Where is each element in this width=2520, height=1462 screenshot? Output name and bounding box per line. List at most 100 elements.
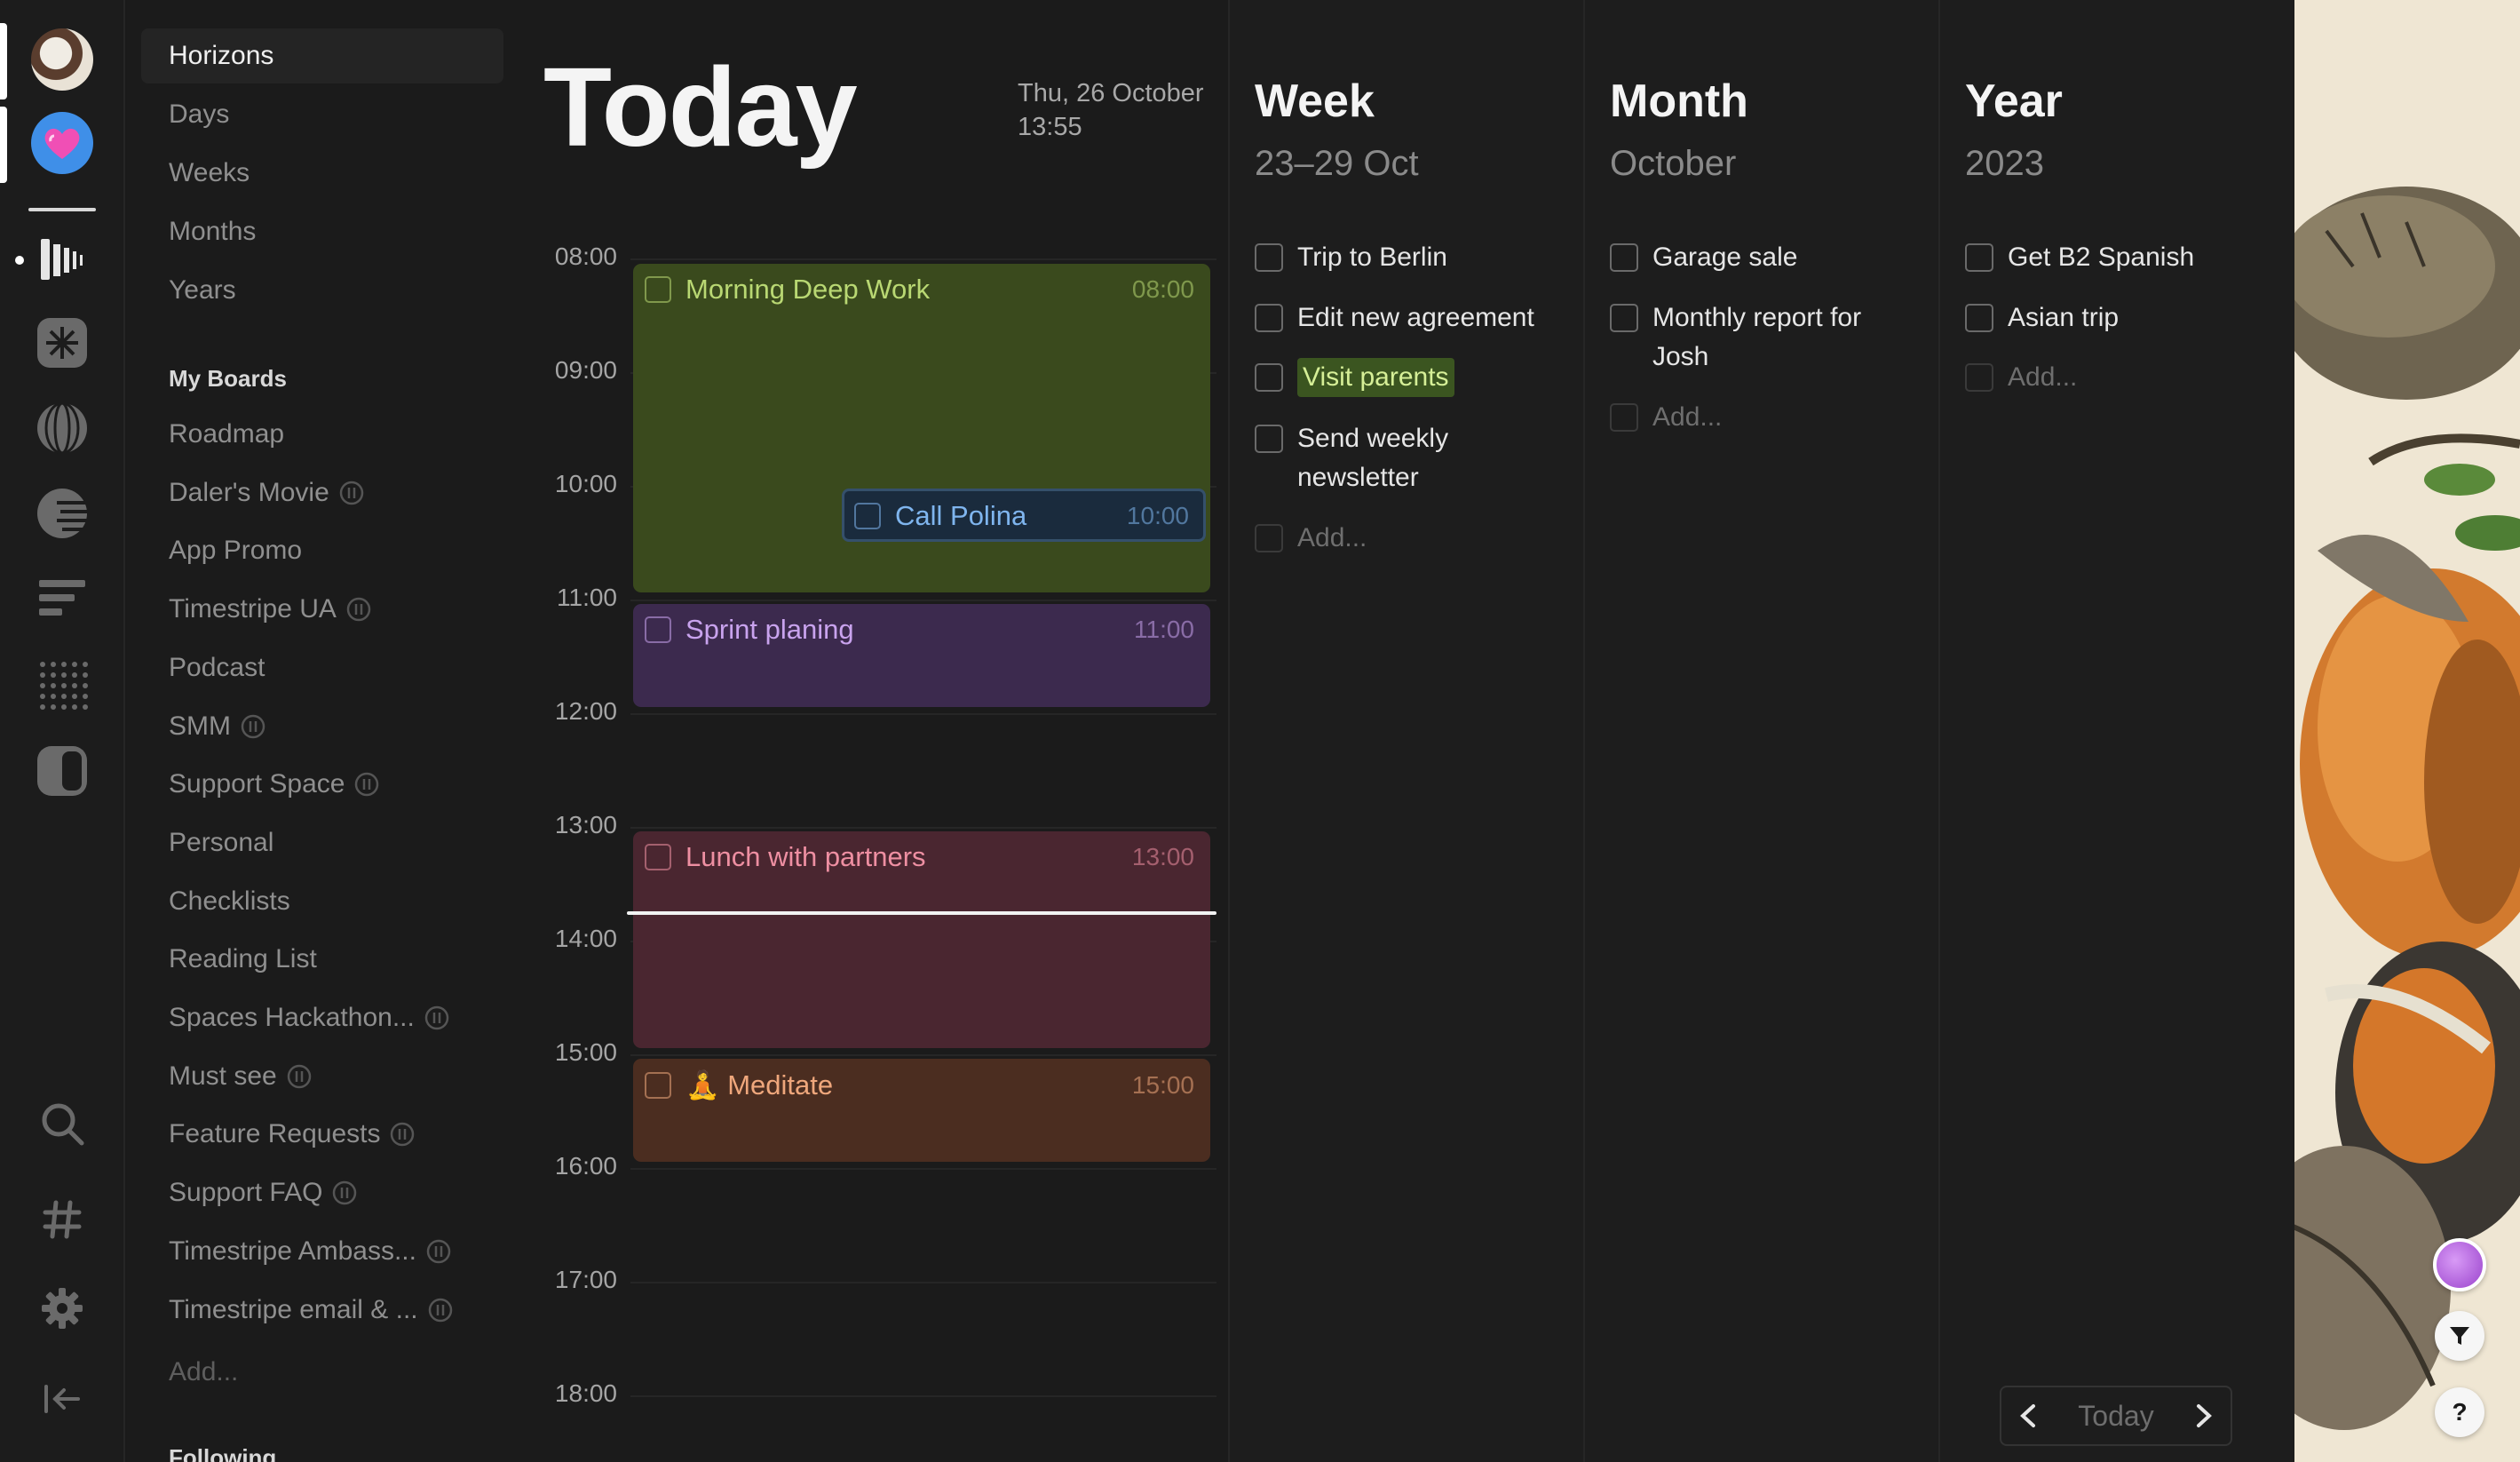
board-item[interactable]: Support Space <box>169 769 380 799</box>
event-time: 13:00 <box>1131 843 1194 870</box>
add-task-button[interactable]: Add... <box>1610 398 1921 437</box>
task-label: Send weekly newsletter <box>1297 424 1449 492</box>
event-checkbox[interactable] <box>854 503 881 529</box>
half-moon-icon[interactable] <box>31 482 93 544</box>
lines-icon[interactable] <box>31 567 93 629</box>
hour-gridline <box>630 1168 1216 1170</box>
hour-gridline <box>630 600 1216 601</box>
horizons-icon[interactable] <box>31 227 93 290</box>
shared-board-icon <box>286 1063 313 1090</box>
task-checkbox[interactable] <box>1255 304 1283 332</box>
contrast-icon[interactable] <box>31 740 93 802</box>
event-checkbox[interactable] <box>645 844 671 870</box>
nav-years[interactable]: Years <box>169 275 236 306</box>
task-item[interactable]: Visit parents <box>1255 358 1565 397</box>
task-checkbox[interactable] <box>1255 363 1283 392</box>
nav-days[interactable]: Days <box>169 99 229 130</box>
event-title: Lunch with partners <box>685 841 926 872</box>
task-item[interactable]: Asian trip <box>1965 298 2276 338</box>
event-card[interactable]: Lunch with partners 13:00 <box>633 831 1210 1048</box>
today-button[interactable]: Today <box>2078 1400 2153 1433</box>
add-board-button[interactable]: Add... <box>169 1357 238 1387</box>
event-card[interactable]: Call Polina 10:00 <box>842 489 1206 542</box>
board-label: Personal <box>169 828 274 857</box>
search-icon[interactable] <box>31 1093 93 1155</box>
board-label: Spaces Hackathon... <box>169 1003 415 1032</box>
board-item[interactable]: Reading List <box>169 944 317 974</box>
task-checkbox[interactable] <box>1255 243 1283 272</box>
hour-gridline <box>630 827 1216 829</box>
task-item[interactable]: Trip to Berlin <box>1255 238 1565 277</box>
event-time: 08:00 <box>1131 275 1194 303</box>
task-label: Get B2 Spanish <box>2008 242 2195 272</box>
event-card[interactable]: 🧘 Meditate 15:00 <box>633 1059 1210 1162</box>
board-item[interactable]: Personal <box>169 828 273 858</box>
board-item[interactable]: Must see <box>169 1061 313 1092</box>
year-title: Year <box>1965 75 2063 127</box>
asterisk-icon[interactable] <box>31 312 93 374</box>
board-item[interactable]: SMM <box>169 711 266 742</box>
filter-icon[interactable] <box>2435 1311 2484 1361</box>
chevron-left-icon[interactable] <box>2017 1402 2041 1429</box>
event-checkbox[interactable] <box>645 276 671 303</box>
board-item[interactable]: App Promo <box>169 536 302 566</box>
task-item[interactable]: Get B2 Spanish <box>1965 238 2276 277</box>
task-label: Monthly report for Josh <box>1652 303 1862 371</box>
hour-label: 14:00 <box>554 925 617 952</box>
hashtag-icon[interactable] <box>31 1188 93 1251</box>
color-theme-icon[interactable] <box>2433 1238 2486 1291</box>
nav-weeks[interactable]: Weeks <box>169 158 250 188</box>
board-label: Support Space <box>169 769 345 799</box>
nav-horizons[interactable]: Horizons <box>141 28 503 83</box>
board-item[interactable]: Timestripe email & ... <box>169 1295 454 1325</box>
task-item[interactable]: Send weekly newsletter <box>1255 419 1477 497</box>
board-label: Checklists <box>169 886 290 916</box>
add-task-button[interactable]: Add... <box>1965 358 2276 397</box>
event-card[interactable]: Morning Deep Work 08:00 <box>633 264 1210 592</box>
gear-icon[interactable] <box>31 1277 93 1339</box>
event-card[interactable]: Sprint planing 11:00 <box>633 604 1210 707</box>
dots-grid-icon[interactable] <box>31 653 93 715</box>
help-icon[interactable]: ? <box>2435 1387 2484 1437</box>
board-label: Timestripe UA <box>169 594 337 624</box>
heart-workspace-icon[interactable] <box>31 112 93 174</box>
task-item[interactable]: Monthly report for Josh <box>1610 298 1894 377</box>
board-item[interactable]: Roadmap <box>169 419 284 449</box>
task-label: Visit parents <box>1297 358 1454 397</box>
task-label: Asian trip <box>2008 303 2120 332</box>
active-indicator <box>0 107 7 183</box>
task-checkbox[interactable] <box>1965 243 1993 272</box>
board-item[interactable]: Spaces Hackathon... <box>169 1003 450 1033</box>
task-item[interactable]: Edit new agreement <box>1255 298 1565 338</box>
event-checkbox[interactable] <box>645 1071 671 1099</box>
board-item[interactable]: Timestripe Ambass... <box>169 1236 452 1267</box>
board-item[interactable]: Timestripe UA <box>169 594 372 624</box>
add-task-button[interactable]: Add... <box>1255 519 1565 558</box>
add-label: Add... <box>1652 402 1723 432</box>
event-checkbox[interactable] <box>645 616 671 643</box>
board-label: Support FAQ <box>169 1178 323 1207</box>
board-item[interactable]: Support FAQ <box>169 1178 358 1208</box>
shared-board-icon <box>427 1297 454 1323</box>
chevron-right-icon[interactable] <box>2191 1402 2215 1429</box>
hour-label: 08:00 <box>554 242 617 270</box>
hour-gridline <box>630 1395 1216 1397</box>
task-item[interactable]: Garage sale <box>1610 238 1921 277</box>
board-item[interactable]: Feature Requests <box>169 1119 416 1149</box>
board-item[interactable]: Daler's Movie <box>169 478 365 508</box>
collapse-icon[interactable] <box>31 1368 93 1430</box>
task-checkbox <box>1255 524 1283 552</box>
board-item[interactable]: Podcast <box>169 653 265 683</box>
task-checkbox[interactable] <box>1610 304 1638 332</box>
board-item[interactable]: Checklists <box>169 886 290 917</box>
user-avatar-icon[interactable] <box>31 28 93 91</box>
add-label: Add... <box>1297 523 1367 552</box>
task-checkbox[interactable] <box>1610 243 1638 272</box>
rail-divider <box>28 208 96 211</box>
task-checkbox[interactable] <box>1965 304 1993 332</box>
nav-months[interactable]: Months <box>169 217 256 247</box>
current-dot <box>15 256 24 265</box>
globe-icon[interactable] <box>31 397 93 459</box>
task-checkbox[interactable] <box>1255 425 1283 453</box>
hour-label: 18:00 <box>554 1379 617 1407</box>
